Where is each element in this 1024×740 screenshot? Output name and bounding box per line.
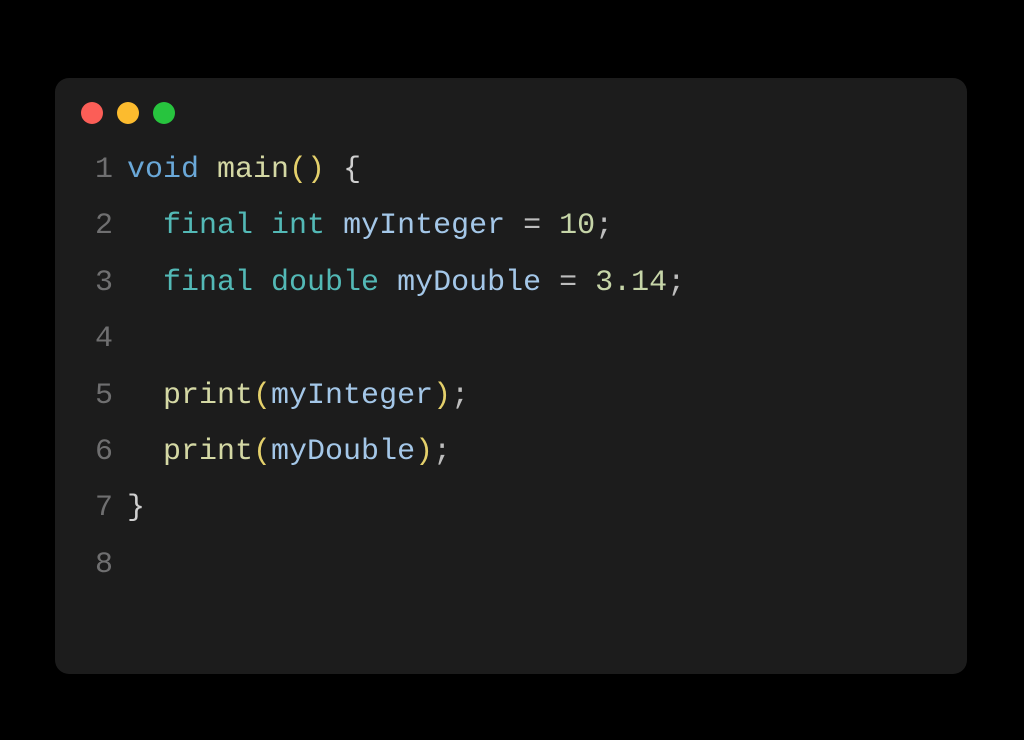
code-window: 1void main() {2 final int myInteger = 10…: [55, 78, 967, 674]
code-token: =: [559, 266, 577, 300]
code-token: myDouble: [397, 266, 541, 300]
code-token: [253, 266, 271, 300]
line-number: 3: [75, 255, 113, 311]
code-line: 1void main() {: [75, 142, 941, 198]
line-number: 7: [75, 480, 113, 536]
line-number: 1: [75, 142, 113, 198]
code-token: [379, 266, 397, 300]
code-content: void main() {: [113, 142, 361, 198]
code-content: }: [113, 480, 145, 536]
line-number: 8: [75, 537, 113, 593]
maximize-icon[interactable]: [153, 102, 175, 124]
code-token: [325, 153, 343, 187]
code-content: final int myInteger = 10;: [113, 198, 613, 254]
line-number: 2: [75, 198, 113, 254]
code-token: (: [253, 379, 271, 413]
line-number: 5: [75, 368, 113, 424]
code-content: final double myDouble = 3.14;: [113, 255, 685, 311]
code-token: [127, 379, 163, 413]
code-token: 3.14: [595, 266, 667, 300]
code-token: ;: [451, 379, 469, 413]
code-token: ;: [433, 435, 451, 469]
code-token: =: [523, 209, 541, 243]
code-token: [505, 209, 523, 243]
code-token: main: [217, 153, 289, 187]
code-token: [199, 153, 217, 187]
code-token: myInteger: [343, 209, 505, 243]
code-line: 6 print(myDouble);: [75, 424, 941, 480]
minimize-icon[interactable]: [117, 102, 139, 124]
code-token: [577, 266, 595, 300]
code-token: ;: [667, 266, 685, 300]
code-token: print: [163, 379, 253, 413]
code-token: myDouble: [271, 435, 415, 469]
code-token: print: [163, 435, 253, 469]
code-token: [127, 266, 163, 300]
code-token: [325, 209, 343, 243]
code-token: (: [253, 435, 271, 469]
code-token: int: [271, 209, 325, 243]
code-token: ): [433, 379, 451, 413]
code-content: print(myInteger);: [113, 368, 469, 424]
code-token: [127, 435, 163, 469]
code-token: ): [415, 435, 433, 469]
code-content: print(myDouble);: [113, 424, 451, 480]
code-line: 2 final int myInteger = 10;: [75, 198, 941, 254]
code-token: 10: [559, 209, 595, 243]
close-icon[interactable]: [81, 102, 103, 124]
code-content: [113, 537, 127, 593]
code-token: [541, 266, 559, 300]
code-token: double: [271, 266, 379, 300]
code-editor[interactable]: 1void main() {2 final int myInteger = 10…: [55, 130, 967, 613]
code-token: }: [127, 491, 145, 525]
code-token: [541, 209, 559, 243]
code-line: 7}: [75, 480, 941, 536]
code-token: {: [343, 153, 361, 187]
code-token: [253, 209, 271, 243]
code-token: [127, 209, 163, 243]
code-line: 5 print(myInteger);: [75, 368, 941, 424]
window-titlebar: [55, 78, 967, 130]
code-content: [113, 311, 127, 367]
code-token: void: [127, 153, 199, 187]
line-number: 6: [75, 424, 113, 480]
code-token: myInteger: [271, 379, 433, 413]
code-token: (): [289, 153, 325, 187]
code-token: final: [163, 209, 253, 243]
code-line: 8: [75, 537, 941, 593]
code-token: ;: [595, 209, 613, 243]
code-token: final: [163, 266, 253, 300]
line-number: 4: [75, 311, 113, 367]
code-line: 3 final double myDouble = 3.14;: [75, 255, 941, 311]
code-line: 4: [75, 311, 941, 367]
